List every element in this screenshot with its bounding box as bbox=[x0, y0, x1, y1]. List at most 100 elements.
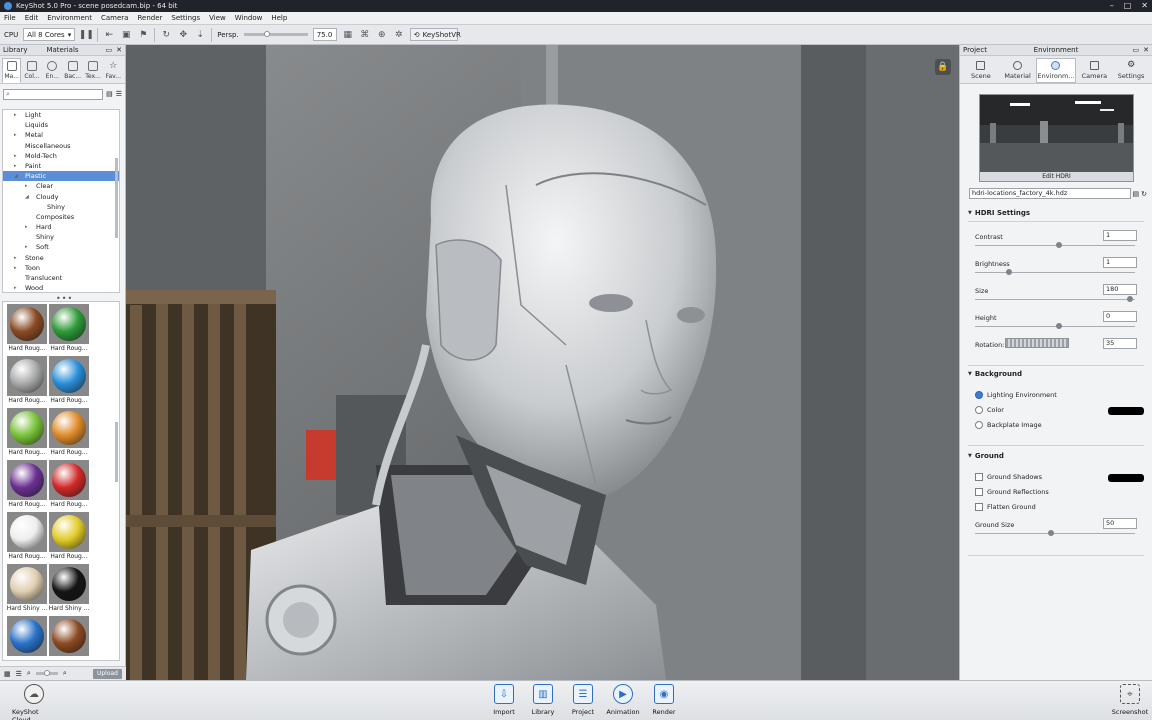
menu-edit[interactable]: Edit bbox=[25, 14, 39, 22]
keyshotvr-button[interactable]: ⟲ KeyShotVR bbox=[409, 28, 461, 41]
tree-item[interactable]: ▸ Mold-Tech bbox=[3, 151, 119, 161]
menu-camera[interactable]: Camera bbox=[101, 14, 128, 22]
minimize-button[interactable]: – bbox=[1110, 1, 1114, 10]
material-swatch[interactable]: Hard Roug... bbox=[7, 512, 47, 560]
fov-input[interactable]: 75.0 bbox=[312, 28, 337, 41]
region-render-icon[interactable]: ⇤ bbox=[103, 29, 115, 41]
expand-arrow-icon[interactable]: ▸ bbox=[14, 161, 17, 171]
material-swatch[interactable]: Hard Roug... bbox=[7, 408, 47, 456]
tab-environments[interactable]: En... bbox=[43, 58, 62, 83]
property-slider[interactable] bbox=[975, 299, 1135, 300]
dolly-icon[interactable]: ⇣ bbox=[194, 29, 206, 41]
property-input[interactable]: 1 bbox=[1103, 230, 1137, 241]
ground-shadow-color-swatch[interactable] bbox=[1108, 474, 1144, 482]
material-swatch[interactable]: Hard Roug... bbox=[49, 408, 89, 456]
screenshot-button[interactable]: ⌖ Screenshot bbox=[1108, 684, 1152, 716]
tab-scene[interactable]: Scene bbox=[963, 58, 999, 83]
refresh-icon[interactable]: ↻ bbox=[1141, 190, 1147, 198]
tab-textures[interactable]: Tex... bbox=[83, 58, 102, 83]
geometry-view-icon[interactable]: ⌘ bbox=[359, 29, 371, 41]
ground-size-thumb[interactable] bbox=[1047, 530, 1054, 536]
radio-color[interactable]: Color bbox=[975, 406, 1004, 414]
rotation-input[interactable]: 35 bbox=[1103, 338, 1137, 349]
property-slider[interactable] bbox=[975, 326, 1135, 327]
zoom-out-icon[interactable]: ⌕ bbox=[27, 669, 31, 678]
list-view-icon[interactable]: ☰ bbox=[116, 90, 122, 98]
property-slider[interactable] bbox=[975, 245, 1135, 246]
close-icon[interactable]: ✕ bbox=[116, 46, 122, 54]
grid-icon[interactable]: ▦ bbox=[342, 29, 354, 41]
tab-backplates[interactable]: Bac... bbox=[63, 58, 82, 83]
tree-item[interactable]: ▸ Stone bbox=[3, 253, 119, 263]
menu-settings[interactable]: Settings bbox=[171, 14, 200, 22]
property-input[interactable]: 180 bbox=[1103, 284, 1137, 295]
tumble-icon[interactable]: ↻ bbox=[160, 29, 172, 41]
animation-button[interactable]: ▶ Animation bbox=[603, 684, 643, 716]
fov-slider[interactable] bbox=[243, 31, 308, 37]
tree-item[interactable]: ▸ Metal bbox=[3, 130, 119, 140]
pan-icon[interactable]: ✥ bbox=[177, 29, 189, 41]
property-slider-thumb[interactable] bbox=[1126, 296, 1133, 302]
tree-item[interactable]: ▸ Hard bbox=[3, 222, 119, 232]
tree-item[interactable]: Composites bbox=[3, 212, 119, 222]
tab-colors[interactable]: Col... bbox=[22, 58, 41, 83]
tab-favorites[interactable]: ☆ Fav... bbox=[104, 58, 123, 83]
menu-render[interactable]: Render bbox=[137, 14, 162, 22]
property-input[interactable]: 1 bbox=[1103, 257, 1137, 268]
property-slider-thumb[interactable] bbox=[1006, 269, 1012, 275]
expand-arrow-icon[interactable]: ▸ bbox=[14, 151, 17, 161]
tree-item[interactable]: ▸ Wood bbox=[3, 283, 119, 292]
library-search-input[interactable]: ⌕ bbox=[3, 88, 104, 100]
tab-camera[interactable]: Camera bbox=[1077, 58, 1113, 83]
upload-button[interactable]: Upload bbox=[92, 668, 122, 679]
material-swatch[interactable]: Hard Roug... bbox=[7, 304, 47, 352]
tree-item[interactable]: ▸ Clear bbox=[3, 181, 119, 191]
keyshot-cloud-button[interactable]: ☁ KeyShot Cloud bbox=[12, 684, 56, 720]
tab-materials[interactable]: Ma... bbox=[2, 58, 22, 83]
background-section[interactable]: ▼ Background bbox=[968, 370, 1144, 378]
material-swatch[interactable]: Hard Roug... bbox=[49, 512, 89, 560]
property-slider-thumb[interactable] bbox=[1055, 323, 1062, 329]
thumbnail-size-thumb[interactable] bbox=[43, 670, 50, 676]
check-flatten-ground[interactable]: Flatten Ground bbox=[975, 503, 1036, 511]
material-swatch[interactable]: Hard Roug... bbox=[7, 356, 47, 404]
checkbox[interactable] bbox=[975, 473, 983, 481]
menu-help[interactable]: Help bbox=[271, 14, 287, 22]
material-swatch[interactable]: Hard Roug... bbox=[7, 460, 47, 508]
render-button[interactable]: ◉ Render bbox=[644, 684, 684, 716]
tree-item[interactable]: ▸ Toon bbox=[3, 263, 119, 273]
render-viewport[interactable]: 🔒 bbox=[126, 45, 959, 680]
tab-material[interactable]: Material bbox=[1000, 58, 1036, 83]
lock-icon[interactable]: 🔒 bbox=[935, 59, 951, 75]
checkbox[interactable] bbox=[975, 488, 983, 496]
background-color-swatch[interactable] bbox=[1108, 407, 1144, 415]
grid-scrollbar[interactable] bbox=[115, 422, 118, 482]
undock-icon[interactable]: ▭ bbox=[106, 46, 113, 54]
expand-arrow-icon[interactable]: ▸ bbox=[25, 222, 28, 232]
folder-icon[interactable]: ▤ bbox=[106, 90, 113, 98]
expand-arrow-icon[interactable]: ▸ bbox=[14, 110, 17, 120]
frame-icon[interactable]: ▣ bbox=[120, 29, 132, 41]
tree-item[interactable]: Miscellaneous bbox=[3, 141, 119, 151]
tree-item[interactable]: ▸ Soft bbox=[3, 242, 119, 252]
radio-lighting-environment[interactable]: Lighting Environment bbox=[975, 391, 1057, 399]
check-ground-reflections[interactable]: Ground Reflections bbox=[975, 488, 1049, 496]
import-button[interactable]: ⇩ Import bbox=[484, 684, 524, 716]
tree-item[interactable]: ◢ Plastic bbox=[3, 171, 119, 182]
expand-arrow-icon[interactable]: ▸ bbox=[25, 242, 28, 252]
material-swatch[interactable]: Hard Roug... bbox=[49, 356, 89, 404]
tab-settings[interactable]: ⚙ Settings bbox=[1113, 58, 1149, 83]
thumbnail-size-slider[interactable] bbox=[35, 670, 58, 676]
material-swatch[interactable]: Hard Roug... bbox=[49, 304, 89, 352]
hdri-settings-section[interactable]: ▼ HDRI Settings bbox=[968, 209, 1144, 217]
close-icon[interactable]: ✕ bbox=[1143, 46, 1149, 54]
folder-icon[interactable]: ▤ bbox=[1133, 190, 1140, 198]
menu-view[interactable]: View bbox=[209, 14, 226, 22]
close-button[interactable]: ✕ bbox=[1141, 1, 1148, 10]
property-slider[interactable] bbox=[975, 272, 1135, 273]
tree-item[interactable]: ▸ Light bbox=[3, 110, 119, 120]
maximize-button[interactable]: □ bbox=[1124, 1, 1132, 10]
material-swatch[interactable] bbox=[7, 616, 47, 657]
material-swatch[interactable]: Hard Shiny ... bbox=[7, 564, 47, 612]
radio-button[interactable] bbox=[975, 391, 983, 399]
